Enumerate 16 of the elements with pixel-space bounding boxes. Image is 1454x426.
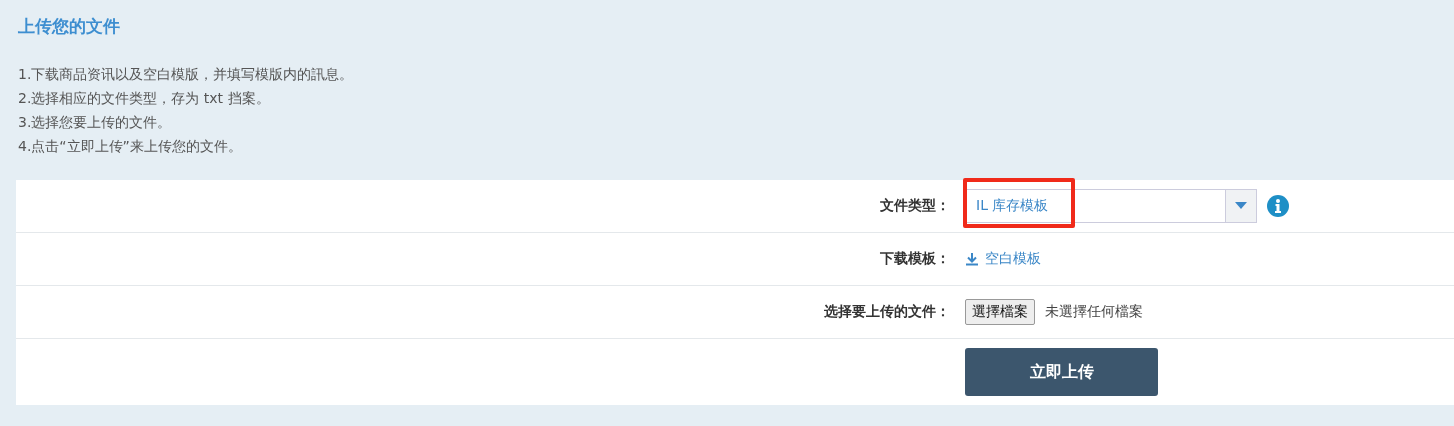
file-type-select[interactable]: IL 库存模板: [965, 189, 1257, 223]
instruction-step: 2.选择相应的文件类型，存为 txt 挡案。: [18, 86, 1454, 110]
upload-button[interactable]: 立即上传: [965, 348, 1158, 396]
field-label: 文件类型：: [879, 197, 950, 215]
choose-file-button[interactable]: 選擇檔案: [965, 299, 1035, 325]
info-icon[interactable]: [1267, 195, 1289, 217]
blank-template-link[interactable]: 空白模板: [965, 250, 1041, 268]
download-icon: [965, 252, 979, 266]
field-label: 选择要上传的文件：: [823, 303, 950, 321]
instruction-step: 1.下载商品资讯以及空白模版，并填写模版内的訊息。: [18, 62, 1454, 86]
instruction-step: 3.选择您要上传的文件。: [18, 110, 1454, 134]
dropdown-caret-icon: [1235, 202, 1247, 210]
page-title: 上传您的文件: [17, 15, 121, 38]
file-status: 未選擇任何檔案: [1045, 303, 1143, 321]
field-label: 下载模板：: [879, 250, 950, 268]
instruction-step: 4.点击“立即上传”来上传您的文件。: [18, 134, 1454, 158]
